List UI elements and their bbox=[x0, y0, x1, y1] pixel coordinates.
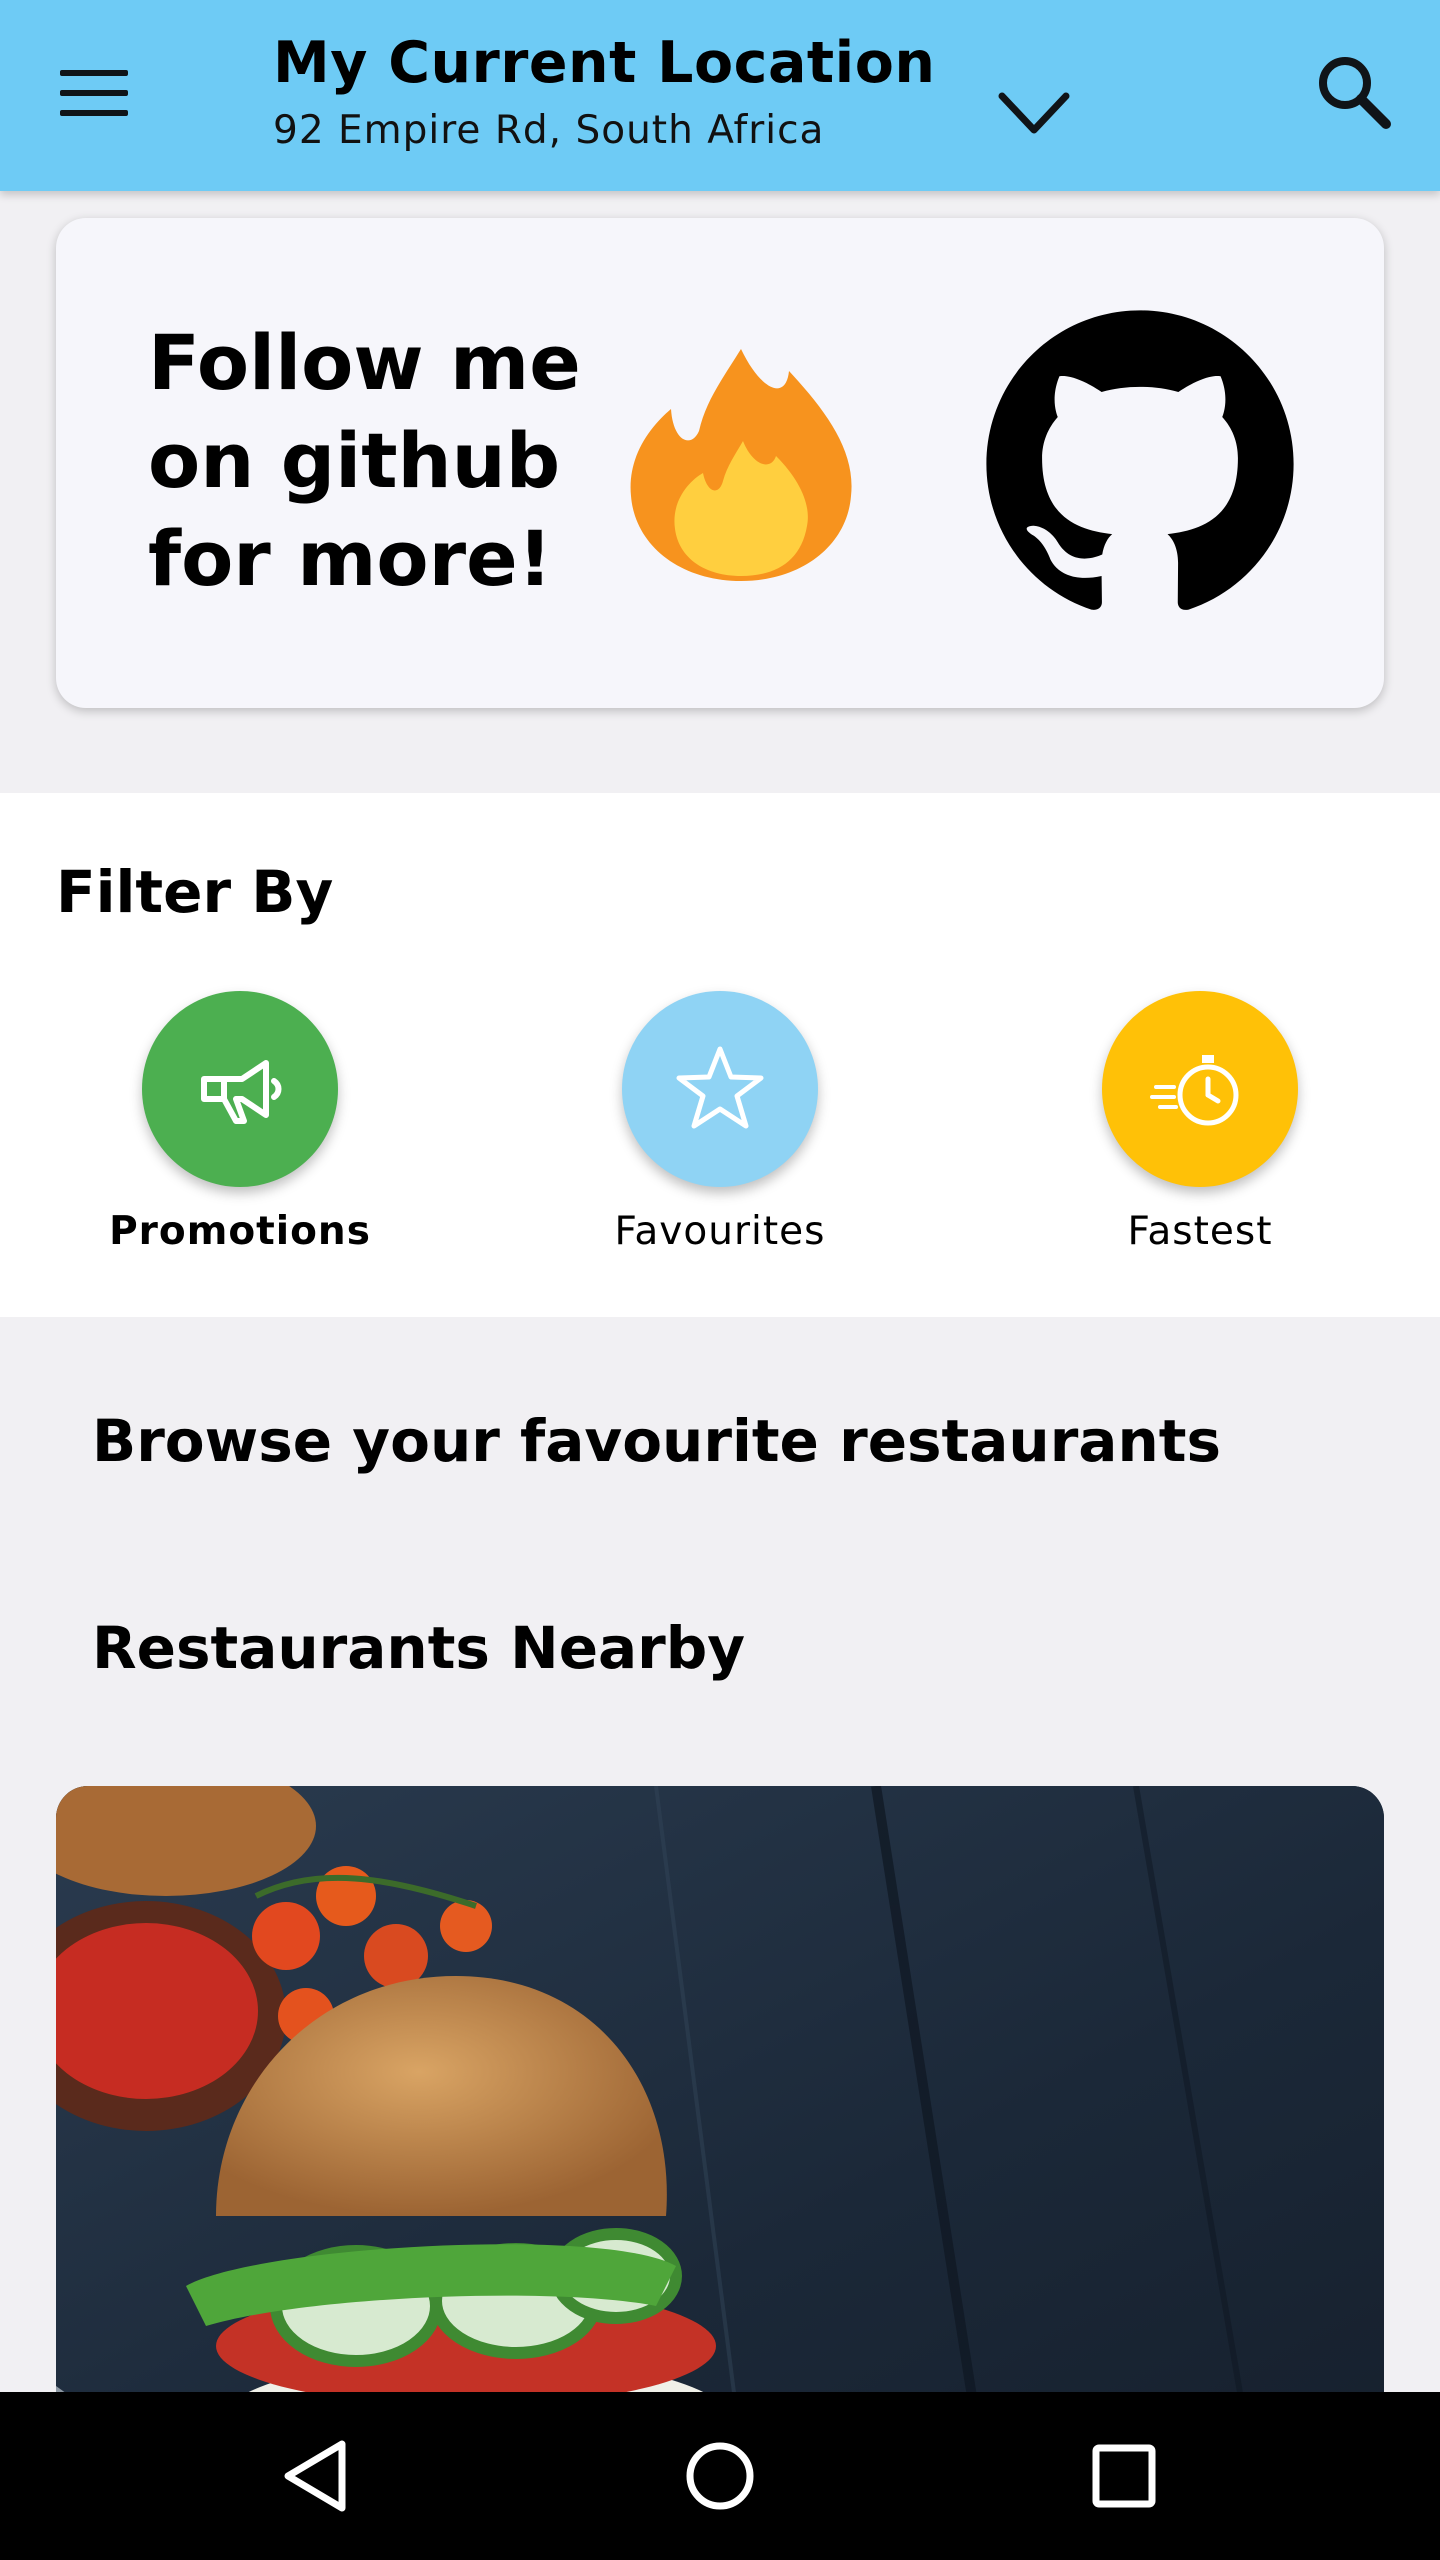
banner-line-3: for more! bbox=[148, 514, 553, 603]
promotions-circle[interactable] bbox=[142, 991, 338, 1187]
banner-line-2: on github bbox=[148, 416, 561, 505]
star-icon bbox=[676, 1046, 764, 1129]
stopwatch-icon bbox=[1150, 1055, 1239, 1126]
search-icon[interactable] bbox=[1314, 52, 1394, 132]
home-icon[interactable] bbox=[670, 2426, 770, 2526]
system-nav-bar bbox=[0, 2392, 1440, 2560]
fastest-circle[interactable] bbox=[1102, 991, 1298, 1187]
filter-fastest-label: Fastest bbox=[1127, 1209, 1273, 1254]
filter-promotions[interactable]: Promotions bbox=[60, 991, 420, 1281]
location-address[interactable]: 92 Empire Rd, South Africa bbox=[273, 108, 824, 153]
burger-photo bbox=[56, 1786, 1384, 2486]
location-title[interactable]: My Current Location bbox=[273, 30, 935, 96]
restaurant-card[interactable] bbox=[56, 1786, 1384, 2486]
favourites-circle[interactable] bbox=[622, 991, 818, 1187]
chevron-down-icon[interactable] bbox=[996, 88, 1072, 142]
megaphone-icon bbox=[201, 1060, 282, 1124]
filter-fastest[interactable]: Fastest bbox=[1020, 991, 1380, 1281]
filter-favourites[interactable]: Favourites bbox=[540, 991, 900, 1281]
menu-icon[interactable] bbox=[60, 66, 128, 120]
github-promo-banner[interactable]: Follow me on github for more! bbox=[56, 218, 1384, 708]
filter-title: Filter By bbox=[56, 858, 334, 926]
banner-line-1: Follow me bbox=[148, 318, 581, 407]
filter-section: Filter By Promotions Favourites Fastest bbox=[0, 793, 1440, 1317]
home-screen: My Current Location 92 Empire Rd, South … bbox=[0, 0, 1440, 2560]
filter-promotions-label: Promotions bbox=[109, 1209, 371, 1254]
filter-favourites-label: Favourites bbox=[614, 1209, 826, 1254]
fire-icon bbox=[611, 331, 871, 591]
back-icon[interactable] bbox=[266, 2426, 366, 2526]
nearby-heading: Restaurants Nearby bbox=[92, 1614, 746, 1682]
recents-icon[interactable] bbox=[1074, 2426, 1174, 2526]
app-bar: My Current Location 92 Empire Rd, South … bbox=[0, 0, 1440, 191]
browse-heading: Browse your favourite restaurants bbox=[92, 1407, 1221, 1475]
github-logo[interactable] bbox=[980, 304, 1300, 624]
banner-text: Follow me on github for more! bbox=[148, 314, 618, 608]
